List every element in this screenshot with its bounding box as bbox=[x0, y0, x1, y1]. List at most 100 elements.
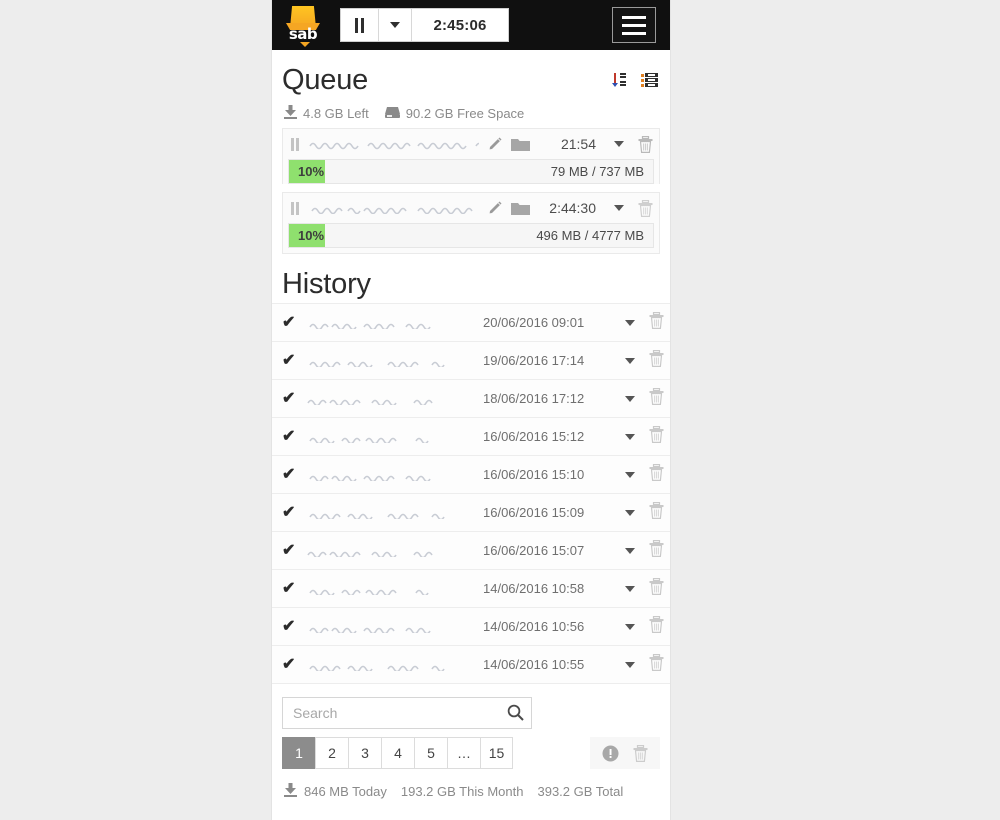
progress-size: 496 MB / 4777 MB bbox=[536, 228, 644, 243]
caret-down-icon[interactable] bbox=[625, 547, 635, 554]
caret-down-icon[interactable] bbox=[614, 141, 624, 147]
history-title: History bbox=[282, 268, 371, 300]
stats-today-label: 846 MB Today bbox=[304, 784, 387, 799]
trash-icon[interactable] bbox=[649, 311, 664, 334]
queue-left-label: 4.8 GB Left bbox=[303, 106, 369, 121]
pause-duration-dropdown[interactable] bbox=[379, 9, 412, 41]
folder-icon[interactable] bbox=[511, 201, 530, 216]
caret-down-icon[interactable] bbox=[625, 471, 635, 478]
pause-button[interactable] bbox=[341, 9, 379, 41]
history-row: ✔ 16/06/2016 15:07 bbox=[272, 532, 670, 570]
check-icon: ✔ bbox=[282, 503, 296, 521]
history-row: ✔ 16/06/2016 15:12 bbox=[272, 418, 670, 456]
pause-control-group: 2:45:06 bbox=[340, 8, 509, 42]
queue-item-progress-bar: 10% 79 MB / 737 MB bbox=[288, 159, 654, 184]
history-item-date: 18/06/2016 17:12 bbox=[483, 391, 585, 406]
caret-down-icon[interactable] bbox=[625, 433, 635, 440]
queue-left-meta: 4.8 GB Left bbox=[284, 105, 369, 122]
queue-options-icon[interactable] bbox=[641, 72, 658, 88]
history-row: ✔ 20/06/2016 09:01 bbox=[272, 304, 670, 342]
trash-icon[interactable] bbox=[649, 425, 664, 448]
history-row: ✔ 14/06/2016 10:56 bbox=[272, 608, 670, 646]
trash-icon[interactable] bbox=[649, 539, 664, 562]
progress-percent: 10% bbox=[298, 164, 325, 179]
folder-icon[interactable] bbox=[511, 137, 530, 152]
queue-title: Queue bbox=[282, 64, 369, 96]
history-item-name-redacted bbox=[306, 393, 475, 405]
history-search bbox=[282, 697, 532, 729]
progress-size: 79 MB / 737 MB bbox=[550, 164, 644, 179]
hard-drive-icon bbox=[384, 106, 400, 122]
history-row: ✔ 18/06/2016 17:12 bbox=[272, 380, 670, 418]
trash-icon[interactable] bbox=[649, 463, 664, 486]
trash-icon[interactable] bbox=[633, 744, 648, 762]
check-icon: ✔ bbox=[282, 465, 296, 483]
pagination-page-4[interactable]: 4 bbox=[381, 737, 414, 769]
stats-total-label: 393.2 GB Total bbox=[537, 784, 624, 799]
history-item-date: 14/06/2016 10:56 bbox=[483, 619, 585, 634]
sort-alpha-desc-icon[interactable] bbox=[612, 72, 627, 88]
history-item-name-redacted bbox=[306, 469, 475, 481]
hamburger-menu-icon bbox=[622, 31, 646, 35]
queue-item: 21:54 10% 79 MB / 737 MB bbox=[282, 128, 660, 184]
trash-icon[interactable] bbox=[649, 387, 664, 410]
queue-item-row: 2:44:30 bbox=[283, 193, 659, 223]
history-item-name-redacted bbox=[306, 659, 475, 671]
pagination-page-…[interactable]: … bbox=[447, 737, 480, 769]
history-item-name-redacted bbox=[306, 621, 475, 633]
download-icon bbox=[284, 783, 297, 800]
queue-item-eta: 2:44:30 bbox=[549, 200, 596, 216]
trash-icon[interactable] bbox=[649, 653, 664, 676]
trash-icon[interactable] bbox=[638, 199, 653, 217]
pagination-page-3[interactable]: 3 bbox=[348, 737, 381, 769]
history-row: ✔ 19/06/2016 17:14 bbox=[272, 342, 670, 380]
download-icon bbox=[284, 105, 297, 122]
history-item-date: 16/06/2016 15:07 bbox=[483, 543, 585, 558]
caret-down-icon[interactable] bbox=[614, 205, 624, 211]
caret-down-icon[interactable] bbox=[625, 395, 635, 402]
search-input[interactable] bbox=[282, 697, 532, 729]
queue-item: 2:44:30 10% 496 MB / 4777 MB bbox=[282, 192, 660, 254]
pause-icon[interactable] bbox=[291, 201, 300, 215]
pagination-page-1[interactable]: 1 bbox=[282, 737, 315, 769]
trash-icon[interactable] bbox=[649, 501, 664, 524]
history-bulk-actions bbox=[590, 737, 660, 769]
logo-tail-shape bbox=[300, 42, 310, 47]
check-icon: ✔ bbox=[282, 351, 296, 369]
history-item-date: 19/06/2016 17:14 bbox=[483, 353, 585, 368]
caret-down-icon[interactable] bbox=[625, 585, 635, 592]
pencil-icon[interactable] bbox=[487, 136, 503, 152]
caret-down-icon[interactable] bbox=[625, 357, 635, 364]
hamburger-menu-button[interactable] bbox=[612, 7, 656, 43]
history-item-date: 14/06/2016 10:55 bbox=[483, 657, 585, 672]
queue-disk-meta: 90.2 GB Free Space bbox=[384, 106, 524, 122]
history-item-name-redacted bbox=[306, 317, 475, 329]
check-icon: ✔ bbox=[282, 389, 296, 407]
exclamation-circle-icon[interactable] bbox=[602, 745, 619, 762]
logo-wordmark: sab bbox=[288, 25, 318, 43]
pencil-icon[interactable] bbox=[487, 200, 503, 216]
caret-down-icon[interactable] bbox=[625, 319, 635, 326]
pause-icon[interactable] bbox=[291, 137, 300, 151]
queue-header: Queue bbox=[282, 50, 660, 99]
time-remaining: 2:45:06 bbox=[433, 16, 487, 34]
caret-down-icon[interactable] bbox=[625, 661, 635, 668]
trash-icon[interactable] bbox=[649, 349, 664, 372]
history-stats: 846 MB Today 193.2 GB This Month 393.2 G… bbox=[284, 783, 670, 800]
queue-item-name-redacted bbox=[308, 138, 479, 150]
pagination-page-15[interactable]: 15 bbox=[480, 737, 513, 769]
hamburger-menu-icon bbox=[622, 15, 646, 19]
search-icon[interactable] bbox=[507, 704, 524, 721]
trash-icon[interactable] bbox=[649, 577, 664, 600]
trash-icon[interactable] bbox=[638, 135, 653, 153]
check-icon: ✔ bbox=[282, 427, 296, 445]
sabnzbd-logo: sab bbox=[282, 3, 326, 47]
progress-percent: 10% bbox=[298, 228, 325, 243]
caret-down-icon[interactable] bbox=[625, 623, 635, 630]
trash-icon[interactable] bbox=[649, 615, 664, 638]
pause-icon bbox=[354, 17, 365, 33]
pagination-page-2[interactable]: 2 bbox=[315, 737, 348, 769]
pagination-page-5[interactable]: 5 bbox=[414, 737, 447, 769]
history-item-name-redacted bbox=[306, 355, 475, 367]
caret-down-icon[interactable] bbox=[625, 509, 635, 516]
